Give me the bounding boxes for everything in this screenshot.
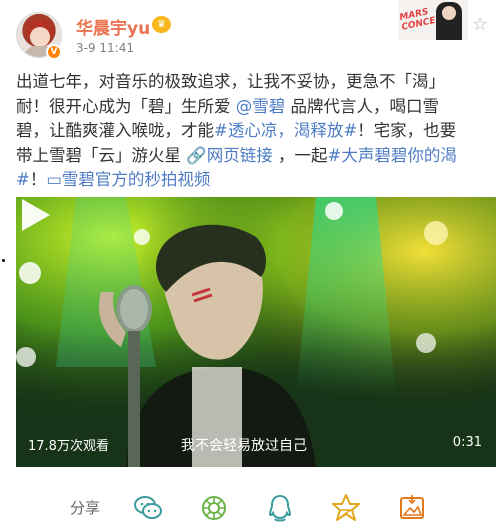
- video-frame: [16, 197, 496, 467]
- video-player[interactable]: 17.8万次观看 我不会轻易放过自己 0:31: [16, 197, 496, 467]
- post-body: 出道七年，对音乐的极致追求，让我不妥协，更急不「渴」耐！很开心成为「碧」生所爱 …: [16, 70, 496, 193]
- post-link[interactable]: @雪碧: [236, 97, 286, 116]
- share-bar: 分享: [0, 484, 499, 532]
- post-text-segment: ，一起: [272, 145, 328, 165]
- video-duration: 0:31: [452, 435, 482, 450]
- view-count: 17.8万次观看: [28, 439, 109, 454]
- post-line: #！▭雪碧官方的秒拍视频: [16, 168, 496, 193]
- post-text-segment: 带上雪碧「云」游火星: [16, 145, 187, 165]
- post-text-segment: 出道七年，对音乐的极致追求，让我不妥协，更急不「渴」: [16, 72, 445, 91]
- post-link[interactable]: #: [16, 170, 30, 189]
- share-label: 分享: [70, 499, 101, 517]
- qq-icon[interactable]: [264, 492, 296, 524]
- post-text-segment: 品牌代言人，喝口雪: [285, 96, 439, 116]
- play-icon[interactable]: [16, 197, 52, 233]
- verified-badge-icon: V: [46, 44, 62, 60]
- bullet-dot: [2, 259, 5, 262]
- post-header: V 华晨宇yu ♛ 3-9 11:41 MARS CONCERT ☆: [0, 0, 499, 64]
- save-image-icon[interactable]: [396, 492, 428, 524]
- star-outline-icon[interactable]: ☆: [472, 14, 488, 35]
- moments-icon[interactable]: [198, 492, 230, 524]
- post-line: 出道七年，对音乐的极致追求，让我不妥协，更急不「渴」: [16, 70, 496, 95]
- post-timestamp: 3-9 11:41: [76, 41, 134, 55]
- post-link[interactable]: #大声碧碧你的渴: [328, 146, 457, 165]
- post-text-segment: 耐！很开心成为「碧」生所爱: [16, 96, 236, 116]
- video-subtitle: 我不会轻易放过自己: [181, 438, 307, 454]
- qzone-icon[interactable]: [330, 492, 362, 524]
- post-text-segment: ！: [29, 170, 47, 189]
- username[interactable]: 华晨宇yu: [76, 14, 150, 39]
- post-link[interactable]: ▭雪碧官方的秒拍视频: [46, 170, 210, 189]
- post-line: 带上雪碧「云」游火星 🔗网页链接 ，一起#大声碧碧你的渴: [16, 144, 496, 169]
- wechat-icon[interactable]: [132, 492, 164, 524]
- post-text-segment: ！宅家，也要: [357, 121, 457, 140]
- post-link[interactable]: 🔗网页链接: [186, 146, 273, 165]
- crown-icon: ♛: [152, 16, 171, 33]
- post-line: 耐！很开心成为「碧」生所爱 @雪碧 品牌代言人，喝口雪: [16, 95, 496, 120]
- post-link[interactable]: #透心凉，渴释放#: [214, 121, 357, 140]
- profile-card-thumbnail[interactable]: MARS CONCERT: [398, 0, 468, 40]
- post-line: 碧，让酷爽灌入喉咙，才能#透心凉，渴释放#！宅家，也要: [16, 119, 496, 144]
- post-text-segment: 碧，让酷爽灌入喉咙，才能: [16, 121, 214, 140]
